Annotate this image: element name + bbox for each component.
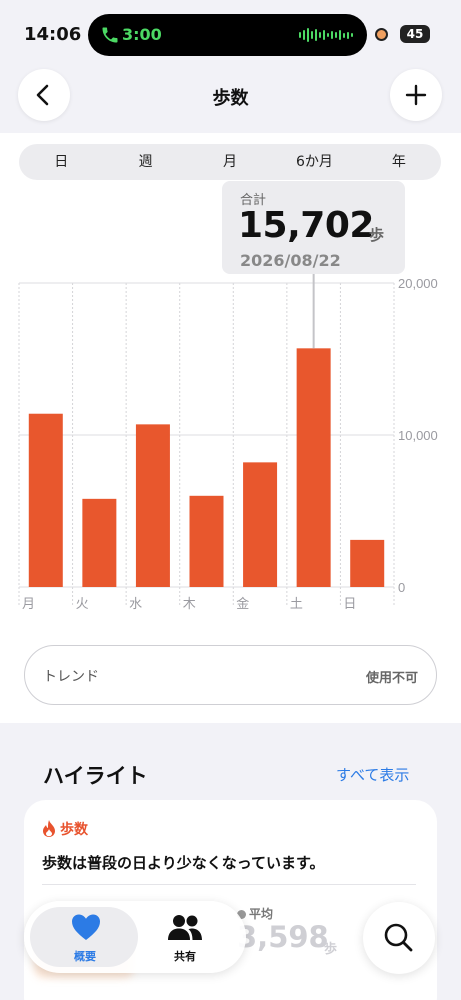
status-time: 14:06	[24, 24, 82, 45]
x-tick-label: 火	[76, 597, 89, 612]
heart-icon	[72, 914, 100, 940]
divider	[42, 884, 416, 885]
tab-summary-label: 概要	[74, 950, 96, 963]
tab-bar: 概要 共有	[24, 901, 246, 973]
trend-label: トレンド	[43, 669, 99, 685]
bar-5	[296, 348, 331, 587]
phone-icon	[102, 27, 118, 43]
battery-indicator: 45	[400, 25, 430, 43]
selection-tooltip: 合計 15,702 歩 2026/08/22	[222, 181, 405, 274]
average-value: 3,598	[237, 920, 329, 954]
highlight-category: 歩数	[60, 822, 88, 838]
x-tick-label: 土	[290, 597, 303, 612]
highlight-text: 歩数は普段の日より少なくなっています。	[42, 854, 325, 872]
search-icon	[384, 923, 413, 952]
tab-day[interactable]: 日	[19, 144, 103, 180]
highlights-heading: ハイライト	[43, 764, 148, 788]
recording-indicator-icon	[375, 28, 388, 41]
x-tick-label: 日	[343, 597, 356, 612]
add-data-button[interactable]	[390, 69, 442, 121]
tab-week[interactable]: 週	[103, 144, 187, 180]
audio-waveform-icon	[299, 27, 353, 43]
bar-2	[135, 424, 170, 587]
tooltip-value: 15,702	[238, 205, 374, 246]
y-tick-label: 0	[398, 580, 405, 595]
tab-year[interactable]: 年	[357, 144, 441, 180]
tooltip-date: 2026/08/22	[240, 251, 341, 270]
x-tick-label: 木	[183, 597, 196, 612]
y-tick-label: 10,000	[398, 428, 438, 443]
tab-6-months[interactable]: 6か月	[272, 144, 356, 180]
show-all-link[interactable]: すべて表示	[336, 764, 409, 785]
bar-6	[350, 539, 385, 587]
bar-4	[243, 462, 278, 587]
x-tick-label: 水	[129, 597, 142, 612]
status-bar: 14:06 3:00 45	[0, 0, 461, 70]
tab-share-label: 共有	[174, 950, 196, 963]
tab-summary[interactable]: 概要	[30, 901, 140, 973]
period-selector: 日 週 月 6か月 年	[19, 144, 441, 180]
bar-0	[28, 413, 63, 587]
tab-month[interactable]: 月	[188, 144, 272, 180]
dynamic-island[interactable]: 3:00	[88, 14, 367, 56]
call-timer: 3:00	[122, 25, 162, 44]
search-button[interactable]	[363, 902, 435, 974]
x-tick-label: 金	[236, 596, 249, 612]
plus-icon	[405, 84, 427, 106]
flame-icon	[43, 820, 55, 837]
tooltip-unit: 歩	[369, 226, 385, 244]
people-icon	[168, 915, 202, 940]
average-unit: 歩	[324, 942, 338, 957]
bar-1	[82, 498, 117, 587]
trend-status: 使用不可	[365, 671, 418, 686]
x-tick-label: 月	[22, 597, 35, 612]
y-tick-label: 20,000	[398, 276, 438, 291]
tab-share[interactable]: 共有	[130, 901, 240, 973]
bar-3	[189, 495, 224, 587]
steps-bar-chart[interactable]: 0 10,000 20,000 月 火 水 木 金 土 日	[0, 270, 461, 620]
trend-button[interactable]: トレンド 使用不可	[24, 645, 437, 705]
